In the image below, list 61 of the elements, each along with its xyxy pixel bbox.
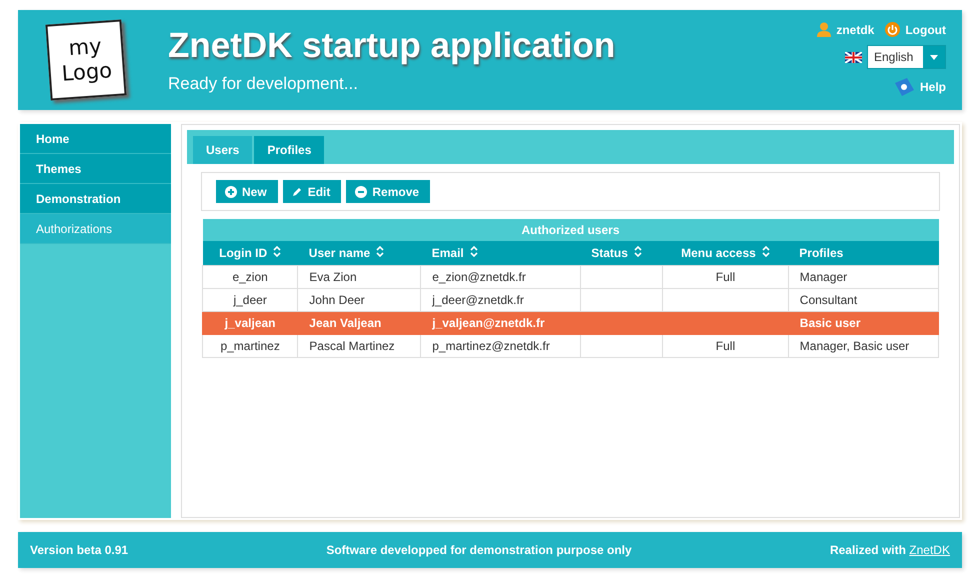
credit-text: Realized with ZnetDK	[830, 543, 950, 557]
table-cell: j_deer	[202, 288, 298, 311]
sidebar-item[interactable]: Home	[20, 124, 171, 154]
table-cell: p_martinez	[202, 334, 298, 357]
edit-button[interactable]: Edit	[282, 180, 342, 203]
table-cell: Manager, Basic user	[788, 334, 938, 357]
table-cell: Consultant	[788, 288, 938, 311]
table-cell: Full	[662, 334, 788, 357]
remove-button[interactable]: Remove	[346, 180, 430, 203]
table-row[interactable]: e_zion Eva Zion e_zion@znetdk.fr Full Manager	[202, 265, 938, 288]
tab[interactable]: Users	[193, 136, 252, 164]
sort-icon[interactable]	[634, 246, 642, 257]
table-cell: Eva Zion	[298, 265, 421, 288]
plus-icon	[225, 186, 237, 198]
sort-icon[interactable]	[376, 246, 384, 257]
sort-icon[interactable]	[470, 246, 478, 257]
table-cell: e_zion@znetdk.fr	[420, 265, 580, 288]
sidebar-item[interactable]: Authorizations	[20, 214, 171, 244]
notice-text: Software developped for demonstration purpose only	[326, 543, 632, 557]
minus-icon	[355, 186, 368, 198]
table-cell: Jean Valjean	[298, 311, 421, 334]
table-cell: Basic user	[788, 311, 938, 334]
table-cell: j_valjean	[202, 311, 298, 334]
column-header[interactable]: Profiles	[788, 241, 938, 265]
language-dropdown[interactable]: English	[867, 45, 946, 69]
table-cell: Pascal Martinez	[298, 334, 421, 357]
table-cell: Manager	[788, 265, 938, 288]
column-header[interactable]: Login ID	[202, 241, 298, 265]
table-cell: p_martinez@znetdk.fr	[420, 334, 580, 357]
column-header[interactable]: User name	[298, 241, 421, 265]
caret-icon	[930, 54, 938, 60]
app-subtitle: Ready for development...	[168, 74, 359, 94]
app-title: ZnetDK startup application	[168, 26, 616, 66]
add-button[interactable]: New	[216, 180, 278, 203]
table-cell: j_deer@znetdk.fr	[420, 288, 580, 311]
table-row[interactable]: j_valjean Jean Valjean j_valjean@znetdk.fr Basic user	[202, 311, 938, 334]
column-header[interactable]: Email	[420, 241, 580, 265]
table-caption: Authorized users	[202, 219, 938, 241]
credit-link[interactable]: ZnetDK	[909, 543, 950, 557]
pencil-icon	[292, 186, 303, 197]
table-cell: Full	[662, 265, 788, 288]
tab[interactable]: Profiles	[254, 136, 324, 164]
sidebar-item[interactable]: Demonstration	[20, 184, 171, 214]
power-icon	[885, 22, 900, 37]
version-text: Version beta 0.91	[30, 543, 128, 557]
table-cell: j_valjean@znetdk.fr	[420, 311, 580, 334]
logout-link[interactable]: Logout	[905, 22, 946, 36]
table-cell: e_zion	[202, 265, 298, 288]
sort-icon[interactable]	[273, 246, 282, 257]
flag-icon	[845, 52, 862, 62]
table-cell: John Deer	[298, 288, 421, 311]
column-header[interactable]: Menu access	[662, 241, 788, 265]
sort-icon[interactable]	[762, 246, 770, 257]
logo: my Logo	[45, 19, 127, 101]
column-header[interactable]: Status	[580, 241, 663, 265]
table-row[interactable]: p_martinez Pascal Martinez p_martinez@znetdk.fr Full Manager, Basic user	[202, 334, 938, 357]
sidebar-item[interactable]: Themes	[20, 154, 171, 184]
help-link[interactable]: Help	[920, 80, 946, 94]
table-row[interactable]: j_deer John Deer j_deer@znetdk.fr Consultant	[202, 288, 938, 311]
user-icon	[817, 22, 832, 37]
username-link[interactable]: znetdk	[836, 22, 874, 36]
